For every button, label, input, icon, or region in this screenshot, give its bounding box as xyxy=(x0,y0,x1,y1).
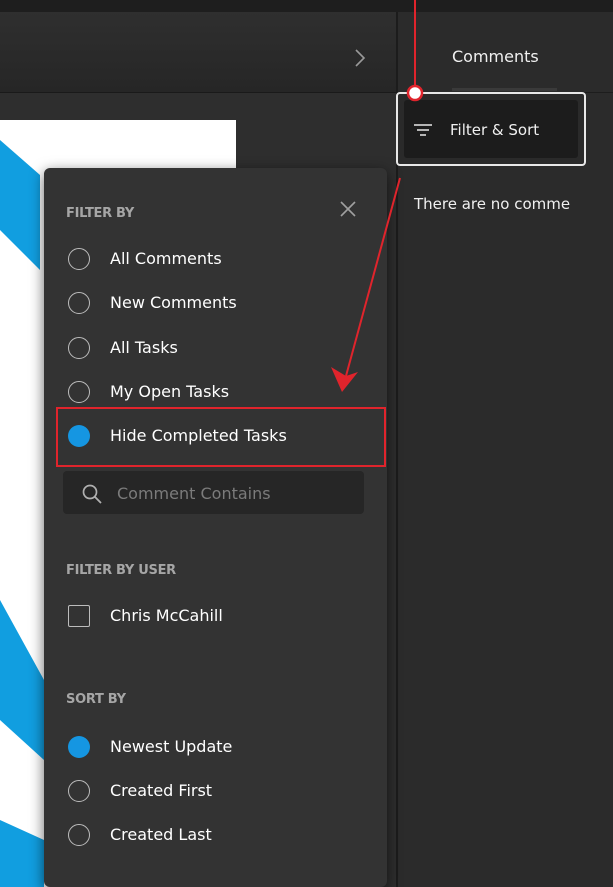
radio-button[interactable] xyxy=(68,337,90,359)
close-icon[interactable] xyxy=(338,199,358,219)
option-label: All Comments xyxy=(110,249,222,268)
radio-button[interactable] xyxy=(68,248,90,270)
search-icon xyxy=(82,484,102,504)
filter-option-new-comments[interactable]: New Comments xyxy=(66,291,366,317)
radio-button[interactable] xyxy=(68,780,90,802)
sort-option-created-first[interactable]: Created First xyxy=(66,779,366,805)
top-bar xyxy=(0,0,613,12)
filter-sort-label: Filter & Sort xyxy=(450,121,540,139)
filter-option-all-tasks[interactable]: All Tasks xyxy=(66,336,366,362)
sort-by-heading: SORT BY xyxy=(66,692,126,707)
radio-button-selected[interactable] xyxy=(68,736,90,758)
option-label: New Comments xyxy=(110,293,237,312)
radio-button[interactable] xyxy=(68,292,90,314)
comment-search-input[interactable] xyxy=(115,480,349,506)
filter-option-all-comments[interactable]: All Comments xyxy=(66,247,366,273)
option-label: All Tasks xyxy=(110,338,178,357)
chevron-right-icon[interactable] xyxy=(350,48,370,68)
filter-lines-icon xyxy=(414,124,432,136)
tab-comments-label: Comments xyxy=(452,47,539,66)
highlight-box xyxy=(56,407,386,467)
option-label: Newest Update xyxy=(110,737,233,756)
filter-by-user-heading: FILTER BY USER xyxy=(66,563,176,578)
user-checkbox[interactable] xyxy=(68,605,90,627)
radio-button[interactable] xyxy=(68,381,90,403)
canvas-header xyxy=(0,12,398,93)
user-label: Chris McCahill xyxy=(110,606,223,625)
sort-option-newest-update[interactable]: Newest Update xyxy=(66,735,366,761)
tab-underline xyxy=(452,88,557,91)
option-label: Created Last xyxy=(110,825,212,844)
radio-button[interactable] xyxy=(68,824,90,846)
user-filter-chris-mccahill[interactable]: Chris McCahill xyxy=(66,604,366,630)
filter-by-heading: FILTER BY xyxy=(66,206,135,221)
filter-option-my-open-tasks[interactable]: My Open Tasks xyxy=(66,380,366,406)
option-label: Created First xyxy=(110,781,213,800)
option-label: My Open Tasks xyxy=(110,382,230,401)
comment-search-field[interactable] xyxy=(63,471,364,514)
empty-comments-text: There are no comme xyxy=(414,195,571,213)
sort-option-created-last[interactable]: Created Last xyxy=(66,823,366,849)
